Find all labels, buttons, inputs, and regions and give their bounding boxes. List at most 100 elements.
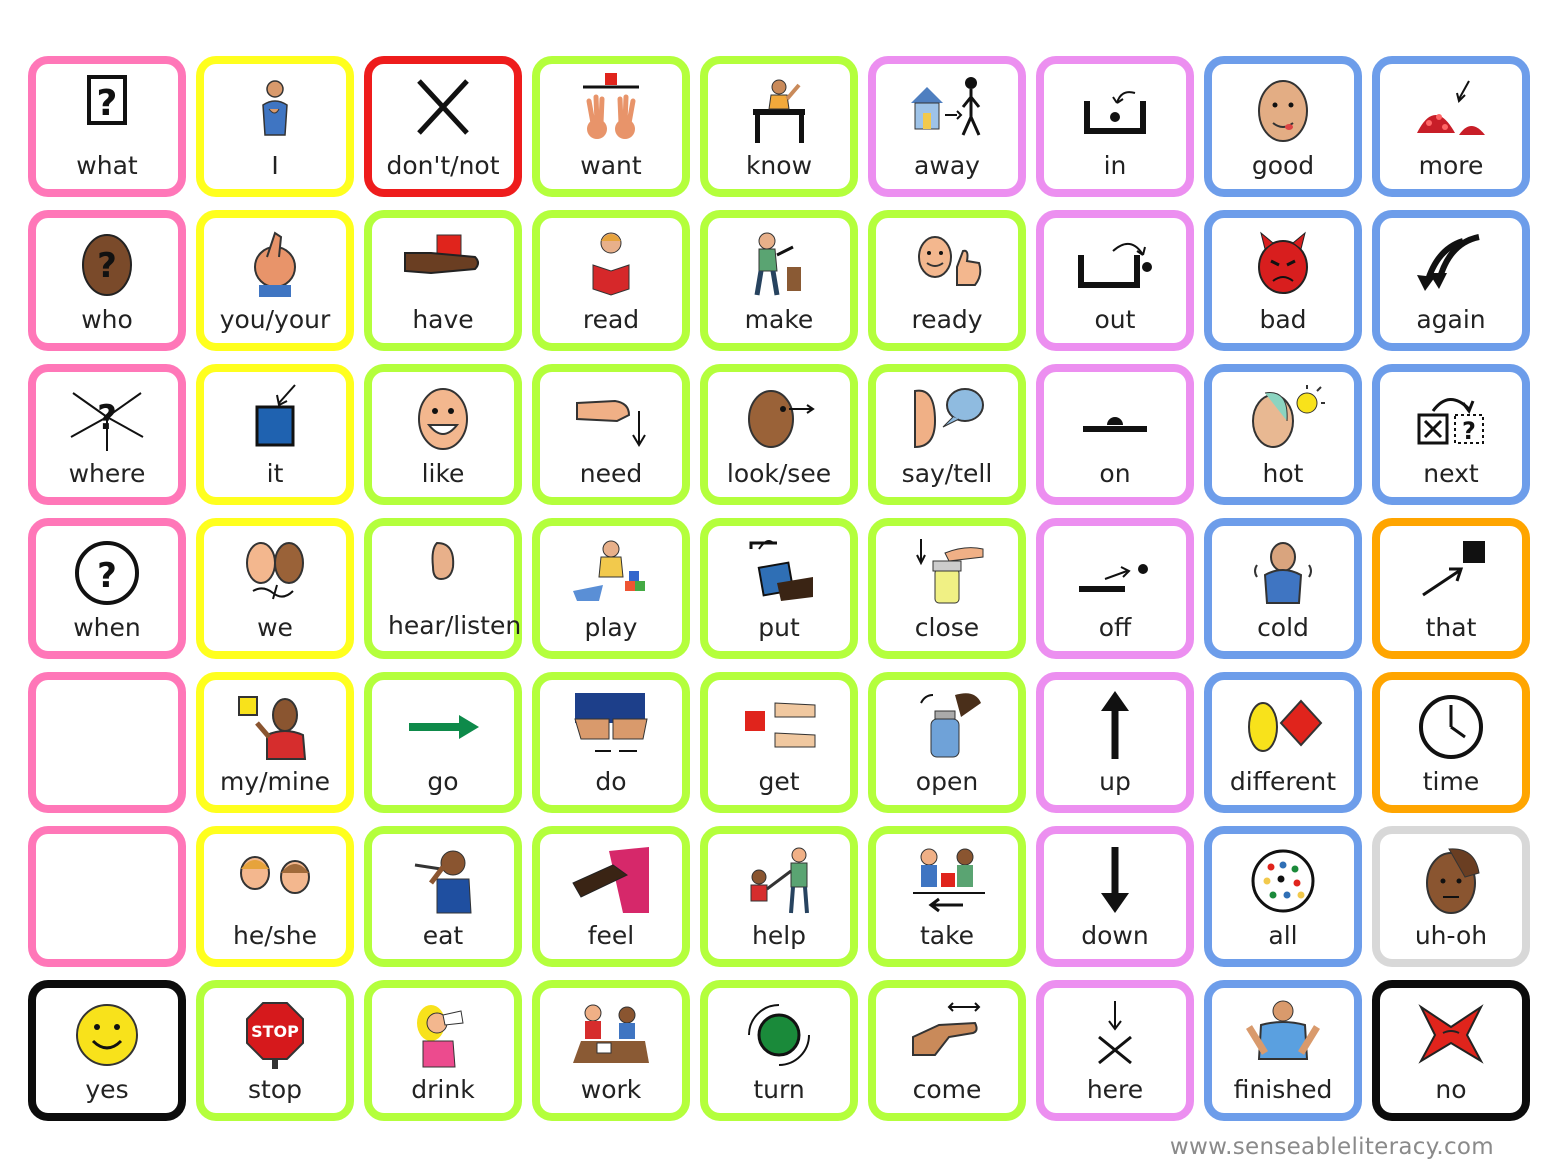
symbol-label: in [1103, 151, 1127, 180]
symbol-button-know[interactable]: know [700, 56, 858, 197]
symbol-button-go[interactable]: go [364, 672, 522, 813]
symbol-button-get[interactable]: get [700, 672, 858, 813]
symbol-label: more [1418, 151, 1484, 180]
symbol-button-my-mine[interactable]: my/mine [196, 672, 354, 813]
cross-x-icon [401, 73, 485, 149]
symbol-button-down[interactable]: down [1036, 826, 1194, 967]
symbol-button-he-she[interactable]: he/she [196, 826, 354, 967]
symbol-button-off[interactable]: off [1036, 518, 1194, 659]
symbol-button-more[interactable]: more [1372, 56, 1530, 197]
symbol-button-what[interactable]: ? what [28, 56, 186, 197]
ear-icon [401, 531, 485, 607]
symbol-label: who [81, 305, 133, 334]
symbol-button-again[interactable]: again [1372, 210, 1530, 351]
symbol-button-you-your[interactable]: you/your [196, 210, 354, 351]
symbol-button-feel[interactable]: feel [532, 826, 690, 967]
symbol-button-need[interactable]: need [532, 364, 690, 505]
symbol-button-come[interactable]: come [868, 980, 1026, 1121]
person-self-icon [233, 73, 317, 149]
symbol-button-who[interactable]: ? who [28, 210, 186, 351]
symbol-button-have[interactable]: have [364, 210, 522, 351]
symbol-label: we [257, 613, 293, 642]
symbol-label: bad [1259, 305, 1307, 334]
empty-cell[interactable] [28, 672, 186, 813]
shivering-person-icon [1241, 535, 1325, 611]
symbol-button-read[interactable]: read [532, 210, 690, 351]
off-line-icon [1073, 535, 1157, 611]
symbol-button-don-t-not[interactable]: don't/not [364, 56, 522, 197]
symbol-button-cold[interactable]: cold [1204, 518, 1362, 659]
symbol-button-out[interactable]: out [1036, 210, 1194, 351]
turn-circle-icon [737, 997, 821, 1073]
symbol-label: my/mine [219, 767, 331, 796]
symbol-button-in[interactable]: in [1036, 56, 1194, 197]
symbol-button-away[interactable]: away [868, 56, 1026, 197]
symbol-button-do[interactable]: do [532, 672, 690, 813]
symbol-label: know [745, 151, 813, 180]
put-box-hand-icon [737, 535, 821, 611]
symbol-button-uh-oh[interactable]: uh-oh [1372, 826, 1530, 967]
symbol-button-put[interactable]: put [700, 518, 858, 659]
thumbs-up-face-icon [905, 227, 989, 303]
symbol-button-close[interactable]: close [868, 518, 1026, 659]
svg-text:STOP: STOP [251, 1022, 299, 1041]
finished-person-icon [1241, 997, 1325, 1073]
symbol-button-make[interactable]: make [700, 210, 858, 351]
come-hand-icon [905, 997, 989, 1073]
hammer-person-icon [737, 227, 821, 303]
symbol-label: need [579, 459, 643, 488]
symbol-button-i[interactable]: I [196, 56, 354, 197]
symbol-button-finished[interactable]: finished [1204, 980, 1362, 1121]
symbol-button-we[interactable]: we [196, 518, 354, 659]
symbol-button-take[interactable]: take [868, 826, 1026, 967]
symbol-button-here[interactable]: here [1036, 980, 1194, 1121]
symbol-button-stop[interactable]: STOP stop [196, 980, 354, 1121]
empty-cell[interactable] [28, 826, 186, 967]
different-shapes-icon [1241, 689, 1325, 765]
symbol-label: out [1094, 305, 1136, 334]
symbol-button-no[interactable]: no [1372, 980, 1530, 1121]
symbol-button-different[interactable]: different [1204, 672, 1362, 813]
symbol-button-it[interactable]: it [196, 364, 354, 505]
symbol-button-yes[interactable]: yes [28, 980, 186, 1121]
person-at-desk-icon [737, 73, 821, 149]
symbol-button-say-tell[interactable]: say/tell [868, 364, 1026, 505]
symbol-button-work[interactable]: work [532, 980, 690, 1121]
symbol-button-like[interactable]: like [364, 364, 522, 505]
symbol-button-want[interactable]: want [532, 56, 690, 197]
symbol-button-help[interactable]: help [700, 826, 858, 967]
again-arrows-icon [1409, 227, 1493, 303]
symbol-label: good [1251, 151, 1315, 180]
working-kids-icon [569, 997, 653, 1073]
arrow-down-icon [1073, 843, 1157, 919]
symbol-button-that[interactable]: that [1372, 518, 1530, 659]
hot-sun-icon [1241, 381, 1325, 457]
symbol-button-look-see[interactable]: look/see [700, 364, 858, 505]
symbol-button-play[interactable]: play [532, 518, 690, 659]
boy-girl-faces-icon [233, 843, 317, 919]
symbol-button-where[interactable]: ?where [28, 364, 186, 505]
symbol-label: here [1086, 1075, 1144, 1104]
symbol-button-open[interactable]: open [868, 672, 1026, 813]
symbol-button-time[interactable]: time [1372, 672, 1530, 813]
symbol-button-good[interactable]: good [1204, 56, 1362, 197]
symbol-button-ready[interactable]: ready [868, 210, 1026, 351]
symbol-button-eat[interactable]: eat [364, 826, 522, 967]
pointing-finger-icon [233, 227, 317, 303]
symbol-label: drink [411, 1075, 475, 1104]
symbol-button-hear-listen[interactable]: hear/listen [364, 518, 522, 659]
feel-hand-cloth-icon [569, 843, 653, 919]
walk-away-house-icon [905, 73, 989, 149]
symbol-button-all[interactable]: all [1204, 826, 1362, 967]
symbol-button-bad[interactable]: bad [1204, 210, 1362, 351]
symbol-button-on[interactable]: on [1036, 364, 1194, 505]
symbol-button-hot[interactable]: hot [1204, 364, 1362, 505]
symbol-button-turn[interactable]: turn [700, 980, 858, 1121]
website-footer: www.senseableliteracy.com [1169, 1134, 1494, 1160]
symbol-button-up[interactable]: up [1036, 672, 1194, 813]
symbol-button-when[interactable]: ? when [28, 518, 186, 659]
symbol-button-next[interactable]: ? next [1372, 364, 1530, 505]
symbol-label: take [919, 921, 975, 950]
symbol-label: yes [85, 1075, 129, 1104]
symbol-button-drink[interactable]: drink [364, 980, 522, 1121]
